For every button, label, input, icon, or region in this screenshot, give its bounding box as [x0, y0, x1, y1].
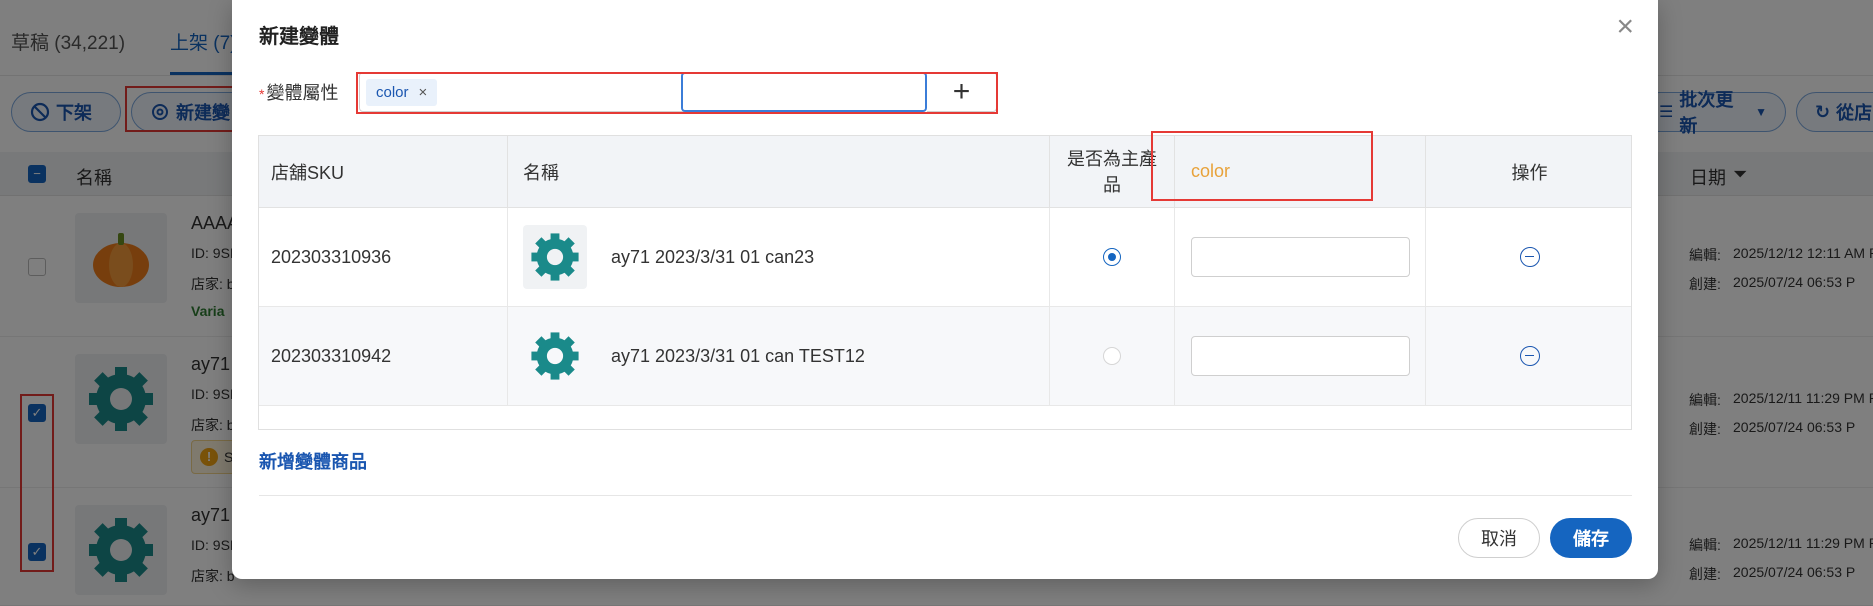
cell-action [1426, 208, 1631, 307]
cell-sku: 202303310942 [259, 307, 508, 406]
cancel-button[interactable]: 取消 [1458, 518, 1540, 558]
cell-color [1175, 307, 1426, 406]
main-product-radio[interactable] [1103, 248, 1121, 266]
new-variant-dialog: 新建變體 × * 變體屬性 color × + 店舖SKU 名稱 是否為主產品 c… [232, 0, 1658, 579]
header-action: 操作 [1426, 136, 1631, 208]
annotation-box [356, 72, 998, 114]
variant-attribute-label: * 變體屬性 [259, 79, 338, 105]
cell-color [1175, 208, 1426, 307]
header-name: 名稱 [508, 136, 1050, 208]
variant-thumbnail [523, 324, 587, 388]
cell-sku: 202303310936 [259, 208, 508, 307]
variant-thumbnail [523, 225, 587, 289]
header-sku: 店舖SKU [259, 136, 508, 208]
annotation-box [1151, 131, 1373, 201]
variant-attribute-label-text: 變體屬性 [266, 83, 339, 103]
gear-icon [531, 233, 579, 281]
dialog-title: 新建變體 [259, 26, 339, 48]
cell-name: ay71 2023/3/31 01 can TEST12 [508, 307, 1050, 406]
close-icon[interactable]: × [1616, 10, 1634, 44]
save-button[interactable]: 儲存 [1550, 518, 1632, 558]
cell-is-main [1050, 208, 1175, 307]
gear-icon [531, 332, 579, 380]
color-value-input[interactable] [1191, 237, 1410, 277]
remove-variant-icon[interactable] [1519, 346, 1540, 366]
variant-table: 店舖SKU 名稱 是否為主產品 color 操作 202303310936 ay… [258, 135, 1632, 430]
variant-name: ay71 2023/3/31 01 can TEST12 [611, 345, 865, 366]
add-variant-product-link[interactable]: 新增變體商品 [259, 448, 367, 474]
required-mark: * [259, 86, 265, 102]
footer-divider [259, 495, 1632, 496]
variant-name: ay71 2023/3/31 01 can23 [611, 246, 815, 267]
remove-variant-icon[interactable] [1519, 247, 1540, 267]
cell-name: ay71 2023/3/31 01 can23 [508, 208, 1050, 307]
color-value-input[interactable] [1191, 336, 1410, 376]
main-product-radio[interactable] [1103, 347, 1121, 365]
cell-action [1426, 307, 1631, 406]
cell-is-main [1050, 307, 1175, 406]
